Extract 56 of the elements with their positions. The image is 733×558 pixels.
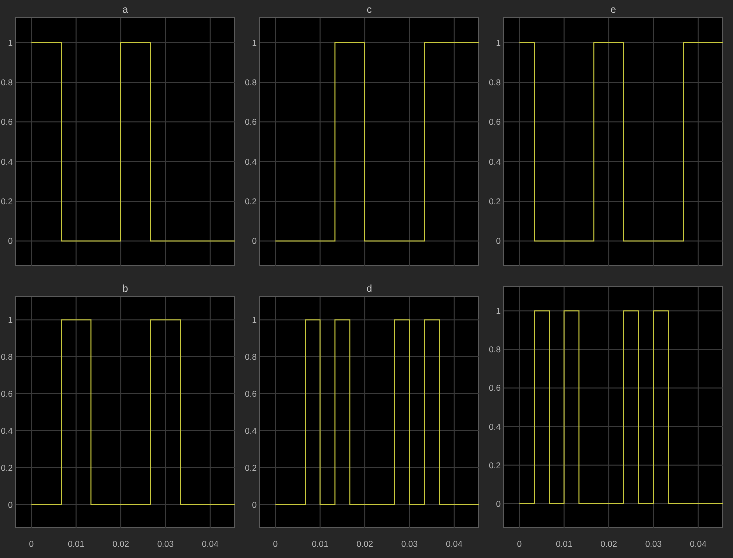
- tick-label: 0.02: [112, 539, 130, 549]
- tick-label: 0.8: [489, 77, 501, 88]
- chart-title: b: [122, 284, 128, 295]
- tick-label: 0.03: [157, 539, 174, 549]
- tick-label: 0.01: [556, 539, 573, 549]
- tick-label: 0.2: [489, 460, 501, 470]
- tick-label: 0: [252, 236, 257, 246]
- tick-label: 0.01: [312, 539, 329, 549]
- tick-label: 0: [8, 500, 13, 510]
- tick-label: 0.6: [245, 389, 257, 400]
- tick-label: 1: [252, 38, 257, 48]
- tick-label: 0.01: [68, 539, 85, 549]
- tick-label: 0.03: [401, 539, 418, 549]
- tick-label: 0: [517, 539, 522, 549]
- tick-label: 0: [496, 236, 501, 246]
- tick-label: 1: [496, 306, 501, 316]
- tick-label: 1: [8, 315, 13, 326]
- tick-label: 0: [252, 500, 257, 510]
- chart-title: a: [122, 5, 128, 16]
- tick-label: 0.02: [600, 539, 618, 549]
- chart-title: d: [366, 284, 372, 295]
- tick-label: 0.4: [245, 426, 257, 436]
- tick-label: 0.8: [1, 77, 13, 88]
- tick-label: 0.4: [489, 156, 501, 167]
- tick-label: 0.02: [356, 539, 374, 549]
- tick-label: 0.6: [245, 117, 257, 128]
- chart-title: e: [610, 5, 616, 16]
- tick-label: 0.4: [489, 422, 501, 432]
- tick-label: 0.2: [245, 462, 257, 473]
- tick-label: 0.04: [690, 539, 707, 549]
- tick-label: 0.04: [202, 539, 219, 549]
- tick-label: 0.8: [245, 352, 257, 362]
- tick-label: 0.8: [1, 352, 13, 362]
- tick-label: 0.2: [1, 462, 13, 473]
- tick-label: 0.6: [489, 383, 501, 394]
- tick-label: 0.2: [245, 196, 257, 207]
- tick-label: 1: [496, 38, 501, 48]
- tick-label: 0.4: [245, 156, 257, 167]
- tick-label: 1: [8, 38, 13, 48]
- tick-label: 0: [273, 539, 278, 549]
- tick-label: 0: [29, 539, 34, 549]
- tick-label: 0.04: [446, 539, 463, 549]
- tick-label: 0.2: [489, 196, 501, 207]
- tick-label: 0: [8, 236, 13, 246]
- tick-label: 0.4: [1, 156, 13, 167]
- tick-label: 0.8: [489, 344, 501, 355]
- tick-label: 0.6: [489, 117, 501, 128]
- tick-label: 0.2: [1, 196, 13, 207]
- tick-label: 0.8: [245, 77, 257, 88]
- tick-label: 1: [252, 315, 257, 326]
- tick-label: 0.4: [1, 426, 13, 436]
- tick-label: 0.03: [645, 539, 662, 549]
- chart-title: c: [367, 5, 372, 16]
- tick-label: 0.6: [1, 117, 13, 128]
- tick-label: 0: [496, 498, 501, 509]
- tick-label: 0.6: [1, 389, 13, 400]
